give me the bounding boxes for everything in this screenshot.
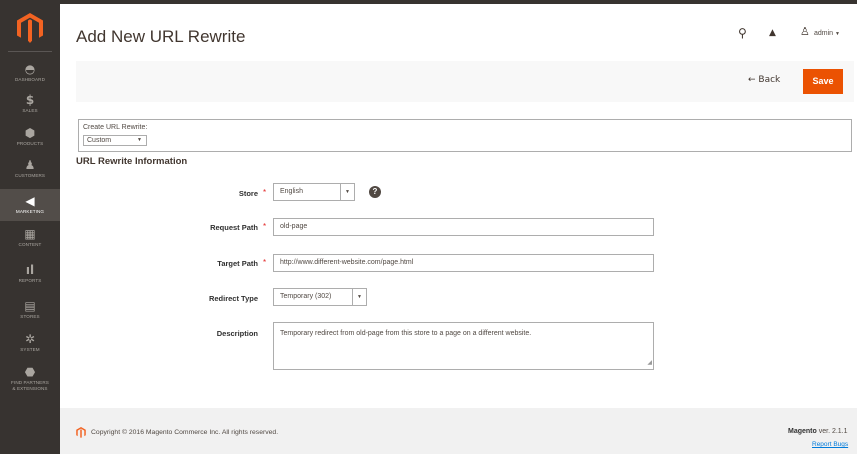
description-textarea[interactable]: Temporary redirect from old-page from th… [273,322,654,370]
redirect-type-value: Temporary (302) [280,293,332,300]
sidebar-item-label: System [20,347,40,352]
sidebar-item-reports[interactable]: ıl Reports [0,259,60,291]
user-icon[interactable]: ♙ [800,25,810,38]
sidebar-item-marketing[interactable]: ◀ Marketing [0,189,60,221]
target-path-value: http://www.different-website.com/page.ht… [280,259,414,266]
help-icon[interactable]: ? [369,186,381,198]
required-mark: * [263,188,267,197]
dollar-icon: $ [25,93,35,107]
page-title: Add New URL Rewrite [76,27,246,46]
top-strip [0,0,857,4]
admin-user-menu[interactable]: admin ▼ [814,30,840,37]
sidebar-item-label: Stores [20,314,40,319]
sidebar-item-label: Content [18,242,42,247]
resize-grip-icon[interactable]: ◢ [647,359,652,368]
sidebar-item-label: Products [16,141,44,146]
request-path-value: old-page [280,223,308,230]
store-label: Store [238,189,258,198]
back-button[interactable]: ← Back [748,75,780,85]
target-path-input[interactable]: http://www.different-website.com/page.ht… [273,254,654,272]
redirect-type-label: Redirect Type [208,294,258,303]
bell-icon[interactable]: ▲ [769,28,776,38]
report-bugs-link[interactable]: Report Bugs [812,441,848,448]
required-mark: * [263,258,267,267]
create-url-rewrite-value: Custom [87,137,112,144]
sidebar-item-find-partners[interactable]: ⬣ Find Partners & Extensions [0,362,60,402]
redirect-type-select[interactable]: Temporary (302) ▼ [273,288,367,306]
store-select[interactable]: English ▼ [273,183,355,201]
sidebar-item-label: Customers [14,173,46,178]
brand-name: Magento [788,428,817,435]
bar-chart-icon: ıl [25,263,35,277]
sidebar-item-label: Marketing [15,209,45,214]
megaphone-icon: ◀ [25,194,35,208]
dashboard-icon: ◓ [24,62,36,76]
create-url-rewrite-select[interactable]: Custom ▼ [83,135,147,146]
partners-icon: ⬣ [24,365,36,379]
gear-icon: ✲ [24,332,36,346]
magento-logo-icon[interactable] [17,13,43,43]
chevron-down-icon: ▼ [352,289,366,305]
create-url-rewrite-box [78,119,852,152]
section-title: URL Rewrite Information [76,156,188,167]
request-path-label: Request Path [210,223,258,232]
search-icon[interactable]: ⚲ [738,26,747,40]
request-path-input[interactable]: old-page [273,218,654,236]
chevron-down-icon: ▼ [835,31,840,37]
save-button[interactable]: Save [803,69,843,94]
store-value: English [280,188,303,195]
sidebar-item-label: Dashboard [15,77,45,82]
sidebar-item-products[interactable]: ⬢ Products [0,123,60,155]
sidebar-item-sales[interactable]: $ Sales [0,90,60,122]
create-url-rewrite-label: Create URL Rewrite: [83,124,148,131]
sidebar-item-dashboard[interactable]: ◓ Dashboard [0,58,60,90]
description-value: Temporary redirect from old-page from th… [280,330,532,337]
target-path-label: Target Path [217,259,258,268]
copyright-text: Copyright © 2016 Magento Commerce Inc. A… [91,429,279,436]
store-icon: ▤ [24,299,36,313]
sidebar-item-content[interactable]: ▦ Content [0,223,60,255]
admin-user-label: admin [814,30,834,37]
logo-divider [8,51,52,52]
sidebar-item-label: Reports [18,278,42,283]
person-icon: ♟ [24,158,36,172]
sidebar-item-customers[interactable]: ♟ Customers [0,155,60,187]
sidebar-item-stores[interactable]: ▤ Stores [0,295,60,327]
chevron-down-icon: ▼ [137,137,142,143]
sidebar-item-label-line2: & Extensions [12,385,48,391]
cube-icon: ⬢ [24,126,36,140]
magento-footer-logo-icon [76,427,86,438]
page-actions-bar [76,61,854,102]
description-label: Description [216,329,258,338]
chevron-down-icon: ▼ [340,184,354,200]
admin-page: ◓ Dashboard $ Sales ⬢ Products ♟ Custome… [0,0,857,454]
sidebar-item-system[interactable]: ✲ System [0,329,60,361]
sidebar-item-label: Sales [22,108,38,113]
required-mark: * [263,222,267,231]
version-number: ver. 2.1.1 [816,428,848,435]
content-icon: ▦ [24,227,36,241]
version-info: Magento ver. 2.1.1 [788,428,848,435]
